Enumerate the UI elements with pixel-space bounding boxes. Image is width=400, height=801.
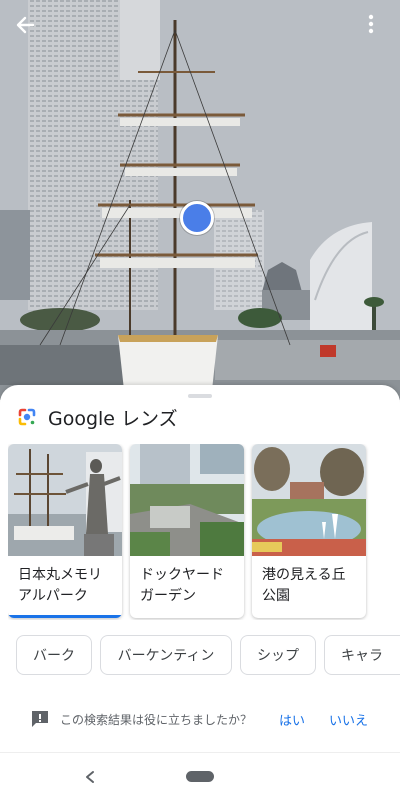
result-title-line: 港の見える丘	[262, 567, 346, 583]
photo-view	[0, 0, 400, 400]
nav-home-pill[interactable]	[186, 771, 214, 782]
result-title: 日本丸メモリ アルパーク	[8, 556, 122, 607]
feedback-icon	[32, 711, 48, 727]
sheet-drag-handle[interactable]	[188, 394, 212, 398]
selected-indicator	[8, 615, 122, 618]
result-title: ドックヤード ガーデン	[130, 556, 244, 607]
feedback-no-button[interactable]: いいえ	[329, 710, 368, 729]
more-options-button[interactable]	[368, 14, 388, 44]
result-title-line: ドックヤード	[140, 567, 224, 583]
chip-ship[interactable]: シップ	[240, 635, 316, 675]
result-thumbnail	[252, 444, 366, 556]
lens-selection-dot[interactable]	[180, 201, 214, 235]
nav-back-icon	[86, 771, 94, 783]
result-card[interactable]: ドックヤード ガーデン	[130, 444, 244, 618]
result-cards: 日本丸メモリ アルパーク ドックヤード ガーデン 港の見える丘 公園	[8, 444, 400, 620]
results-sheet: Google レンズ 日本丸メモリ アルパーク ドックヤード ガーデン 港の見え…	[0, 385, 400, 757]
suggestion-chips: バーク バーケンティン シップ キャラ	[16, 635, 400, 677]
result-title-line: 公園	[262, 588, 290, 604]
result-card[interactable]: 港の見える丘 公園	[252, 444, 366, 618]
result-card[interactable]: 日本丸メモリ アルパーク	[8, 444, 122, 618]
chip-bark[interactable]: バーク	[16, 635, 92, 675]
result-title-line: 日本丸メモリ	[18, 567, 102, 583]
google-lens-icon	[18, 408, 36, 426]
nav-back-button[interactable]	[80, 767, 100, 787]
result-thumbnail	[130, 444, 244, 556]
arrow-back-icon	[16, 16, 35, 34]
more-vert-icon	[368, 14, 374, 34]
sheet-title: Google レンズ	[48, 407, 178, 430]
feedback-question: この検索結果は役に立ちましたか？	[60, 712, 253, 727]
result-title-line: ガーデン	[140, 588, 196, 604]
result-title: 港の見える丘 公園	[252, 556, 366, 607]
result-thumbnail	[8, 444, 122, 556]
sheet-header: Google レンズ	[16, 403, 178, 431]
feedback-row: この検索結果は役に立ちましたか？ はい いいえ	[30, 707, 390, 731]
back-button[interactable]	[14, 14, 44, 44]
chip-barkentine[interactable]: バーケンティン	[100, 635, 232, 675]
harbor-photo	[0, 0, 400, 400]
system-nav-bar	[0, 752, 400, 801]
feedback-yes-button[interactable]: はい	[279, 710, 305, 729]
chip-caravel[interactable]: キャラ	[324, 635, 400, 675]
result-title-line: アルパーク	[18, 588, 88, 604]
